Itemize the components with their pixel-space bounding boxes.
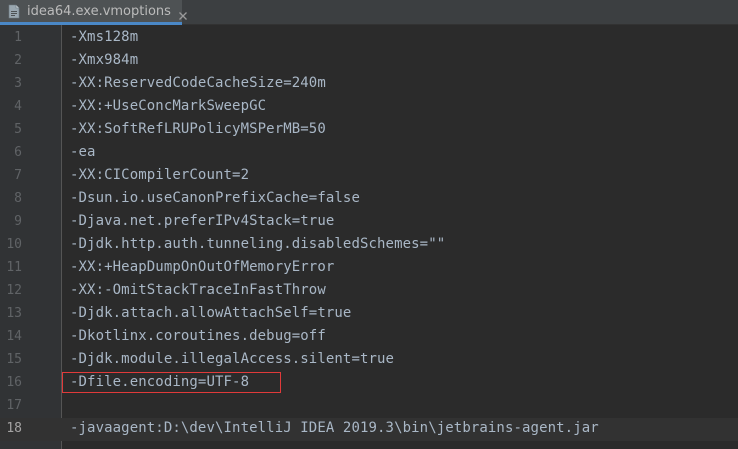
line-number: 13 xyxy=(6,306,22,321)
code-line: 6 -ea xyxy=(0,142,738,165)
line-text[interactable]: -XX:ReservedCodeCacheSize=240m xyxy=(70,75,326,91)
code-editor[interactable]: 1 -Xms128m 2 -Xmx984m 3 -XX:ReservedCode… xyxy=(0,25,738,449)
line-text[interactable]: -Djdk.module.illegalAccess.silent=true xyxy=(70,351,394,367)
close-icon[interactable] xyxy=(178,6,188,20)
line-number: 12 xyxy=(6,283,22,298)
line-number: 18 xyxy=(6,421,22,436)
tab-vmoptions[interactable]: idea64.exe.vmoptions xyxy=(0,0,187,25)
line-text[interactable]: -Xmx984m xyxy=(70,52,138,68)
code-line: 3 -XX:ReservedCodeCacheSize=240m xyxy=(0,73,738,96)
line-number: 14 xyxy=(6,329,22,344)
line-text[interactable]: -Djdk.attach.allowAttachSelf=true xyxy=(70,305,351,321)
editor-window: idea64.exe.vmoptions 1 -Xms128m 2 -Xmx98… xyxy=(0,0,738,449)
line-number: 6 xyxy=(14,145,22,160)
line-number: 16 xyxy=(6,375,22,390)
line-number: 2 xyxy=(14,53,22,68)
line-number: 15 xyxy=(6,352,22,367)
line-number: 10 xyxy=(6,237,22,252)
line-text[interactable]: -XX:SoftRefLRUPolicyMSPerMB=50 xyxy=(70,121,326,137)
code-line: 4 -XX:+UseConcMarkSweepGC xyxy=(0,96,738,119)
line-text[interactable]: -XX:CICompilerCount=2 xyxy=(70,167,249,183)
editor-tab-bar: idea64.exe.vmoptions xyxy=(0,0,738,25)
line-text[interactable]: -javaagent:D:\dev\IntelliJ IDEA 2019.3\b… xyxy=(70,420,599,436)
code-line: 12 -XX:-OmitStackTraceInFastThrow xyxy=(0,280,738,303)
code-line: 5 -XX:SoftRefLRUPolicyMSPerMB=50 xyxy=(0,119,738,142)
red-highlight-box xyxy=(62,372,281,393)
code-line: 8 -Dsun.io.useCanonPrefixCache=false xyxy=(0,188,738,211)
line-text[interactable]: -Dsun.io.useCanonPrefixCache=false xyxy=(70,190,360,206)
tab-label: idea64.exe.vmoptions xyxy=(27,3,171,19)
code-line-current: 18 -javaagent:D:\dev\IntelliJ IDEA 2019.… xyxy=(0,418,738,441)
line-number: 9 xyxy=(14,214,22,229)
code-line: 14 -Dkotlinx.coroutines.debug=off xyxy=(0,326,738,349)
file-icon xyxy=(8,4,20,19)
code-line: 7 -XX:CICompilerCount=2 xyxy=(0,165,738,188)
line-number: 3 xyxy=(14,76,22,91)
code-line: 15 -Djdk.module.illegalAccess.silent=tru… xyxy=(0,349,738,372)
line-number: 7 xyxy=(14,168,22,183)
code-line: 1 -Xms128m xyxy=(0,27,738,50)
line-text[interactable]: -Djava.net.preferIPv4Stack=true xyxy=(70,213,334,229)
line-text[interactable]: -Djdk.http.auth.tunneling.disabledScheme… xyxy=(70,236,445,252)
line-text[interactable]: -XX:+HeapDumpOnOutOfMemoryError xyxy=(70,259,334,275)
line-text[interactable]: -XX:-OmitStackTraceInFastThrow xyxy=(70,282,326,298)
line-number: 5 xyxy=(14,122,22,137)
line-number: 8 xyxy=(14,191,22,206)
line-number: 11 xyxy=(6,260,22,275)
code-line: 2 -Xmx984m xyxy=(0,50,738,73)
line-text[interactable]: -XX:+UseConcMarkSweepGC xyxy=(70,98,266,114)
line-number: 1 xyxy=(14,30,22,45)
code-line: 17 xyxy=(0,395,738,418)
code-line: 13 -Djdk.attach.allowAttachSelf=true xyxy=(0,303,738,326)
code-line: 11 -XX:+HeapDumpOnOutOfMemoryError xyxy=(0,257,738,280)
line-text[interactable]: -Dkotlinx.coroutines.debug=off xyxy=(70,328,326,344)
line-text[interactable]: -ea xyxy=(70,144,96,160)
line-number: 4 xyxy=(14,99,22,114)
code-line: 9 -Djava.net.preferIPv4Stack=true xyxy=(0,211,738,234)
code-line: 10 -Djdk.http.auth.tunneling.disabledSch… xyxy=(0,234,738,257)
line-number: 17 xyxy=(6,398,22,413)
line-text[interactable]: -Xms128m xyxy=(70,29,138,45)
